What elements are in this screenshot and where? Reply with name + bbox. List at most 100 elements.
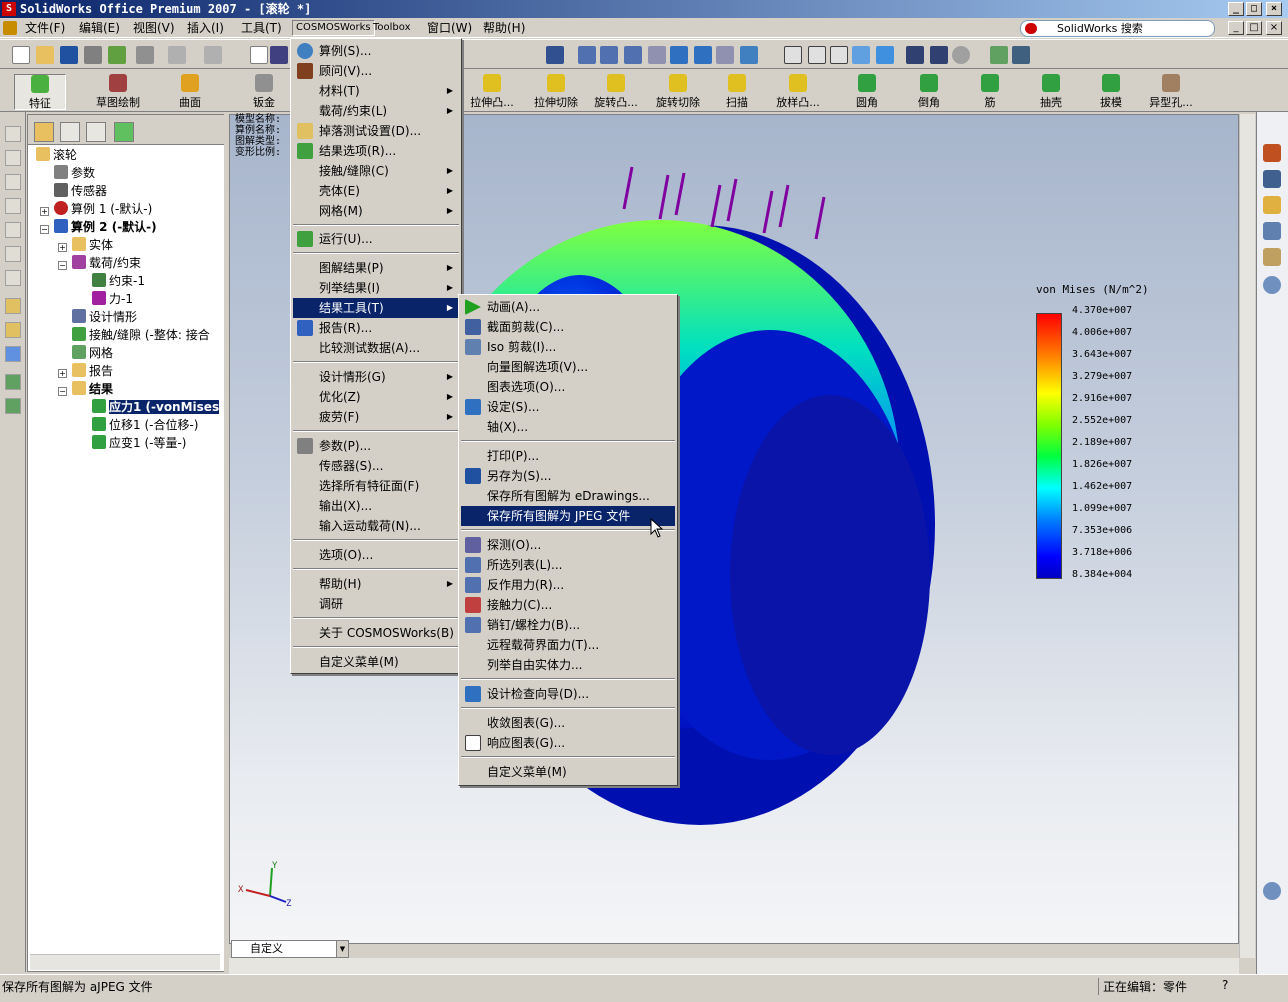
menu-item-report[interactable]: 报告(R)... bbox=[293, 318, 459, 338]
menu-item-options[interactable]: 选项(O)... bbox=[293, 545, 459, 565]
zoom-area-icon[interactable] bbox=[600, 46, 618, 64]
home-icon[interactable] bbox=[1263, 144, 1281, 162]
offset-tool-icon[interactable] bbox=[5, 322, 21, 338]
expand-pane-icon[interactable] bbox=[1263, 882, 1281, 900]
menu-item-design-check-wizard[interactable]: 设计检查向导(D)... bbox=[461, 684, 675, 704]
tree-item-mesh[interactable]: 网格 bbox=[72, 345, 113, 362]
redo-icon[interactable] bbox=[204, 46, 222, 64]
menu-item-remote-load-force[interactable]: 远程载荷界面力(T)... bbox=[461, 635, 675, 655]
point-tool-icon[interactable] bbox=[5, 270, 21, 286]
menu-item-chart-options[interactable]: 图表选项(O)... bbox=[461, 377, 675, 397]
draft-button[interactable]: 拔模 bbox=[1096, 74, 1126, 110]
save-icon[interactable] bbox=[60, 46, 78, 64]
tree-item-parameters[interactable]: 参数 bbox=[54, 165, 95, 182]
menu-item-customize-menu[interactable]: 自定义菜单(M) bbox=[461, 762, 675, 782]
spline-tool-icon[interactable] bbox=[5, 246, 21, 262]
tree-item-fixture[interactable]: 约束-1 bbox=[92, 273, 145, 290]
menu-item-parameters[interactable]: 参数(P)... bbox=[293, 436, 459, 456]
menu-toolbox[interactable]: Toolbox bbox=[370, 20, 414, 36]
menu-item-customize-menu[interactable]: 自定义菜单(M) bbox=[293, 652, 459, 672]
zoom-selection-icon[interactable] bbox=[648, 46, 666, 64]
relations-tool-icon[interactable] bbox=[5, 346, 21, 362]
search-pane-icon[interactable] bbox=[1263, 222, 1281, 240]
previous-view-icon[interactable] bbox=[716, 46, 734, 64]
menu-item-study[interactable]: 算例(S)... bbox=[293, 41, 459, 61]
undo-icon[interactable] bbox=[168, 46, 186, 64]
menu-help[interactable]: 帮助(H) bbox=[480, 20, 528, 36]
pan-icon[interactable] bbox=[694, 46, 712, 64]
menu-item-run[interactable]: 运行(U)... bbox=[293, 229, 459, 249]
menu-item-save-all-jpeg[interactable]: 保存所有图解为 JPEG 文件 bbox=[461, 506, 675, 526]
viewport-horizontal-scrollbar[interactable] bbox=[229, 958, 1239, 974]
extruded-boss-button[interactable]: 拉伸凸... bbox=[462, 74, 522, 110]
menu-item-axes[interactable]: 轴(X)... bbox=[461, 417, 675, 437]
tree-item-part[interactable]: 滚轮 bbox=[36, 147, 77, 164]
tree-item-study-1[interactable]: 算例 1 (-默认-) bbox=[54, 201, 152, 218]
menu-item-iso-clipping[interactable]: Iso 剪裁(I)... bbox=[461, 337, 675, 357]
menu-item-reaction-force[interactable]: 反作用力(R)... bbox=[461, 575, 675, 595]
menu-item-export[interactable]: 输出(X)... bbox=[293, 496, 459, 516]
configuration-manager-tab-icon[interactable] bbox=[86, 122, 106, 142]
menu-item-result-tools[interactable]: 结果工具(T) ▶ bbox=[293, 298, 459, 318]
search-box[interactable]: SolidWorks 搜索 bbox=[1020, 20, 1215, 37]
shadows-icon[interactable] bbox=[906, 46, 924, 64]
design-library-icon[interactable] bbox=[1263, 170, 1281, 188]
menu-item-section-clipping[interactable]: 截面剪裁(C)... bbox=[461, 317, 675, 337]
tree-horizontal-scrollbar[interactable] bbox=[30, 954, 220, 970]
tree-item-results[interactable]: 结果 bbox=[72, 381, 113, 398]
realview-icon[interactable] bbox=[952, 46, 970, 64]
rebuild-icon[interactable] bbox=[108, 46, 126, 64]
doc-restore-button[interactable]: □ bbox=[1246, 21, 1262, 35]
expand-toggle[interactable]: + bbox=[58, 369, 67, 378]
print-preview-icon[interactable] bbox=[84, 46, 102, 64]
loft-button[interactable]: 放样凸... bbox=[768, 74, 828, 110]
zoom-in-out-icon[interactable] bbox=[624, 46, 642, 64]
smart-dimension-icon[interactable] bbox=[546, 46, 564, 64]
menu-item-save-all-edrawings[interactable]: 保存所有图解为 eDrawings... bbox=[461, 486, 675, 506]
chamfer-button[interactable]: 倒角 bbox=[914, 74, 944, 110]
doc-minimize-button[interactable]: _ bbox=[1228, 21, 1244, 35]
menu-item-plot-results[interactable]: 图解结果(P) ▶ bbox=[293, 258, 459, 278]
cosmos-mesh-icon[interactable] bbox=[1012, 46, 1030, 64]
tree-item-sensors[interactable]: 传感器 bbox=[54, 183, 107, 200]
doc-close-button[interactable]: × bbox=[1266, 21, 1282, 35]
property-manager-tab-icon[interactable] bbox=[60, 122, 80, 142]
revolved-cut-button[interactable]: 旋转切除 bbox=[650, 74, 706, 110]
shell-button[interactable]: 抽壳 bbox=[1036, 74, 1066, 110]
shaded-icon[interactable] bbox=[876, 46, 894, 64]
menu-item-about[interactable]: 关于 COSMOSWorks(B) bbox=[293, 623, 459, 643]
open-folder-icon[interactable] bbox=[36, 46, 54, 64]
menu-item-material[interactable]: 材料(T) ▶ bbox=[293, 81, 459, 101]
circle-tool-icon[interactable] bbox=[5, 198, 21, 214]
print-icon[interactable] bbox=[136, 46, 154, 64]
standard-views-icon[interactable] bbox=[740, 46, 758, 64]
close-button[interactable]: × bbox=[1266, 2, 1282, 16]
menu-item-vector-plot-options[interactable]: 向量图解选项(V)... bbox=[461, 357, 675, 377]
menu-insert[interactable]: 插入(I) bbox=[184, 20, 227, 36]
shaded-with-edges-icon[interactable] bbox=[852, 46, 870, 64]
view-orientation-combo[interactable]: 自定义 ▼ bbox=[231, 940, 349, 958]
line-tool-icon[interactable] bbox=[5, 150, 21, 166]
fillet-button[interactable]: 圆角 bbox=[852, 74, 882, 110]
tree-item-report[interactable]: 报告 bbox=[72, 363, 113, 380]
menu-edit[interactable]: 编辑(E) bbox=[76, 20, 123, 36]
rotate-view-icon[interactable] bbox=[670, 46, 688, 64]
menu-item-result-options[interactable]: 结果选项(R)... bbox=[293, 141, 459, 161]
menu-item-save-as[interactable]: 另存为(S)... bbox=[461, 466, 675, 486]
new-document-icon[interactable] bbox=[12, 46, 30, 64]
cosmos-study-icon[interactable] bbox=[990, 46, 1008, 64]
menu-item-loads[interactable]: 载荷/约束(L) ▶ bbox=[293, 101, 459, 121]
menu-item-pin-bolt-force[interactable]: 销钉/螺栓力(B)... bbox=[461, 615, 675, 635]
expand-toggle[interactable]: + bbox=[58, 243, 67, 252]
tree-item-displacement-1[interactable]: 位移1 (-合位移-) bbox=[92, 417, 198, 434]
sheet-metal-tab[interactable]: 钣金 bbox=[244, 74, 284, 110]
sketch-tab[interactable]: 草图绘制 bbox=[88, 74, 148, 110]
tree-item-loads[interactable]: 载荷/约束 bbox=[72, 255, 141, 272]
study-tool-icon[interactable] bbox=[5, 374, 21, 390]
tree-item-contact[interactable]: 接触/缝隙 (-整体: 接合 bbox=[72, 327, 210, 344]
mesh-tool-icon[interactable] bbox=[5, 398, 21, 414]
menu-item-settings[interactable]: 设定(S)... bbox=[461, 397, 675, 417]
collapse-toggle[interactable]: − bbox=[40, 225, 49, 234]
tree-item-study-2[interactable]: 算例 2 (-默认-) bbox=[54, 219, 157, 236]
minimize-button[interactable]: _ bbox=[1228, 2, 1244, 16]
